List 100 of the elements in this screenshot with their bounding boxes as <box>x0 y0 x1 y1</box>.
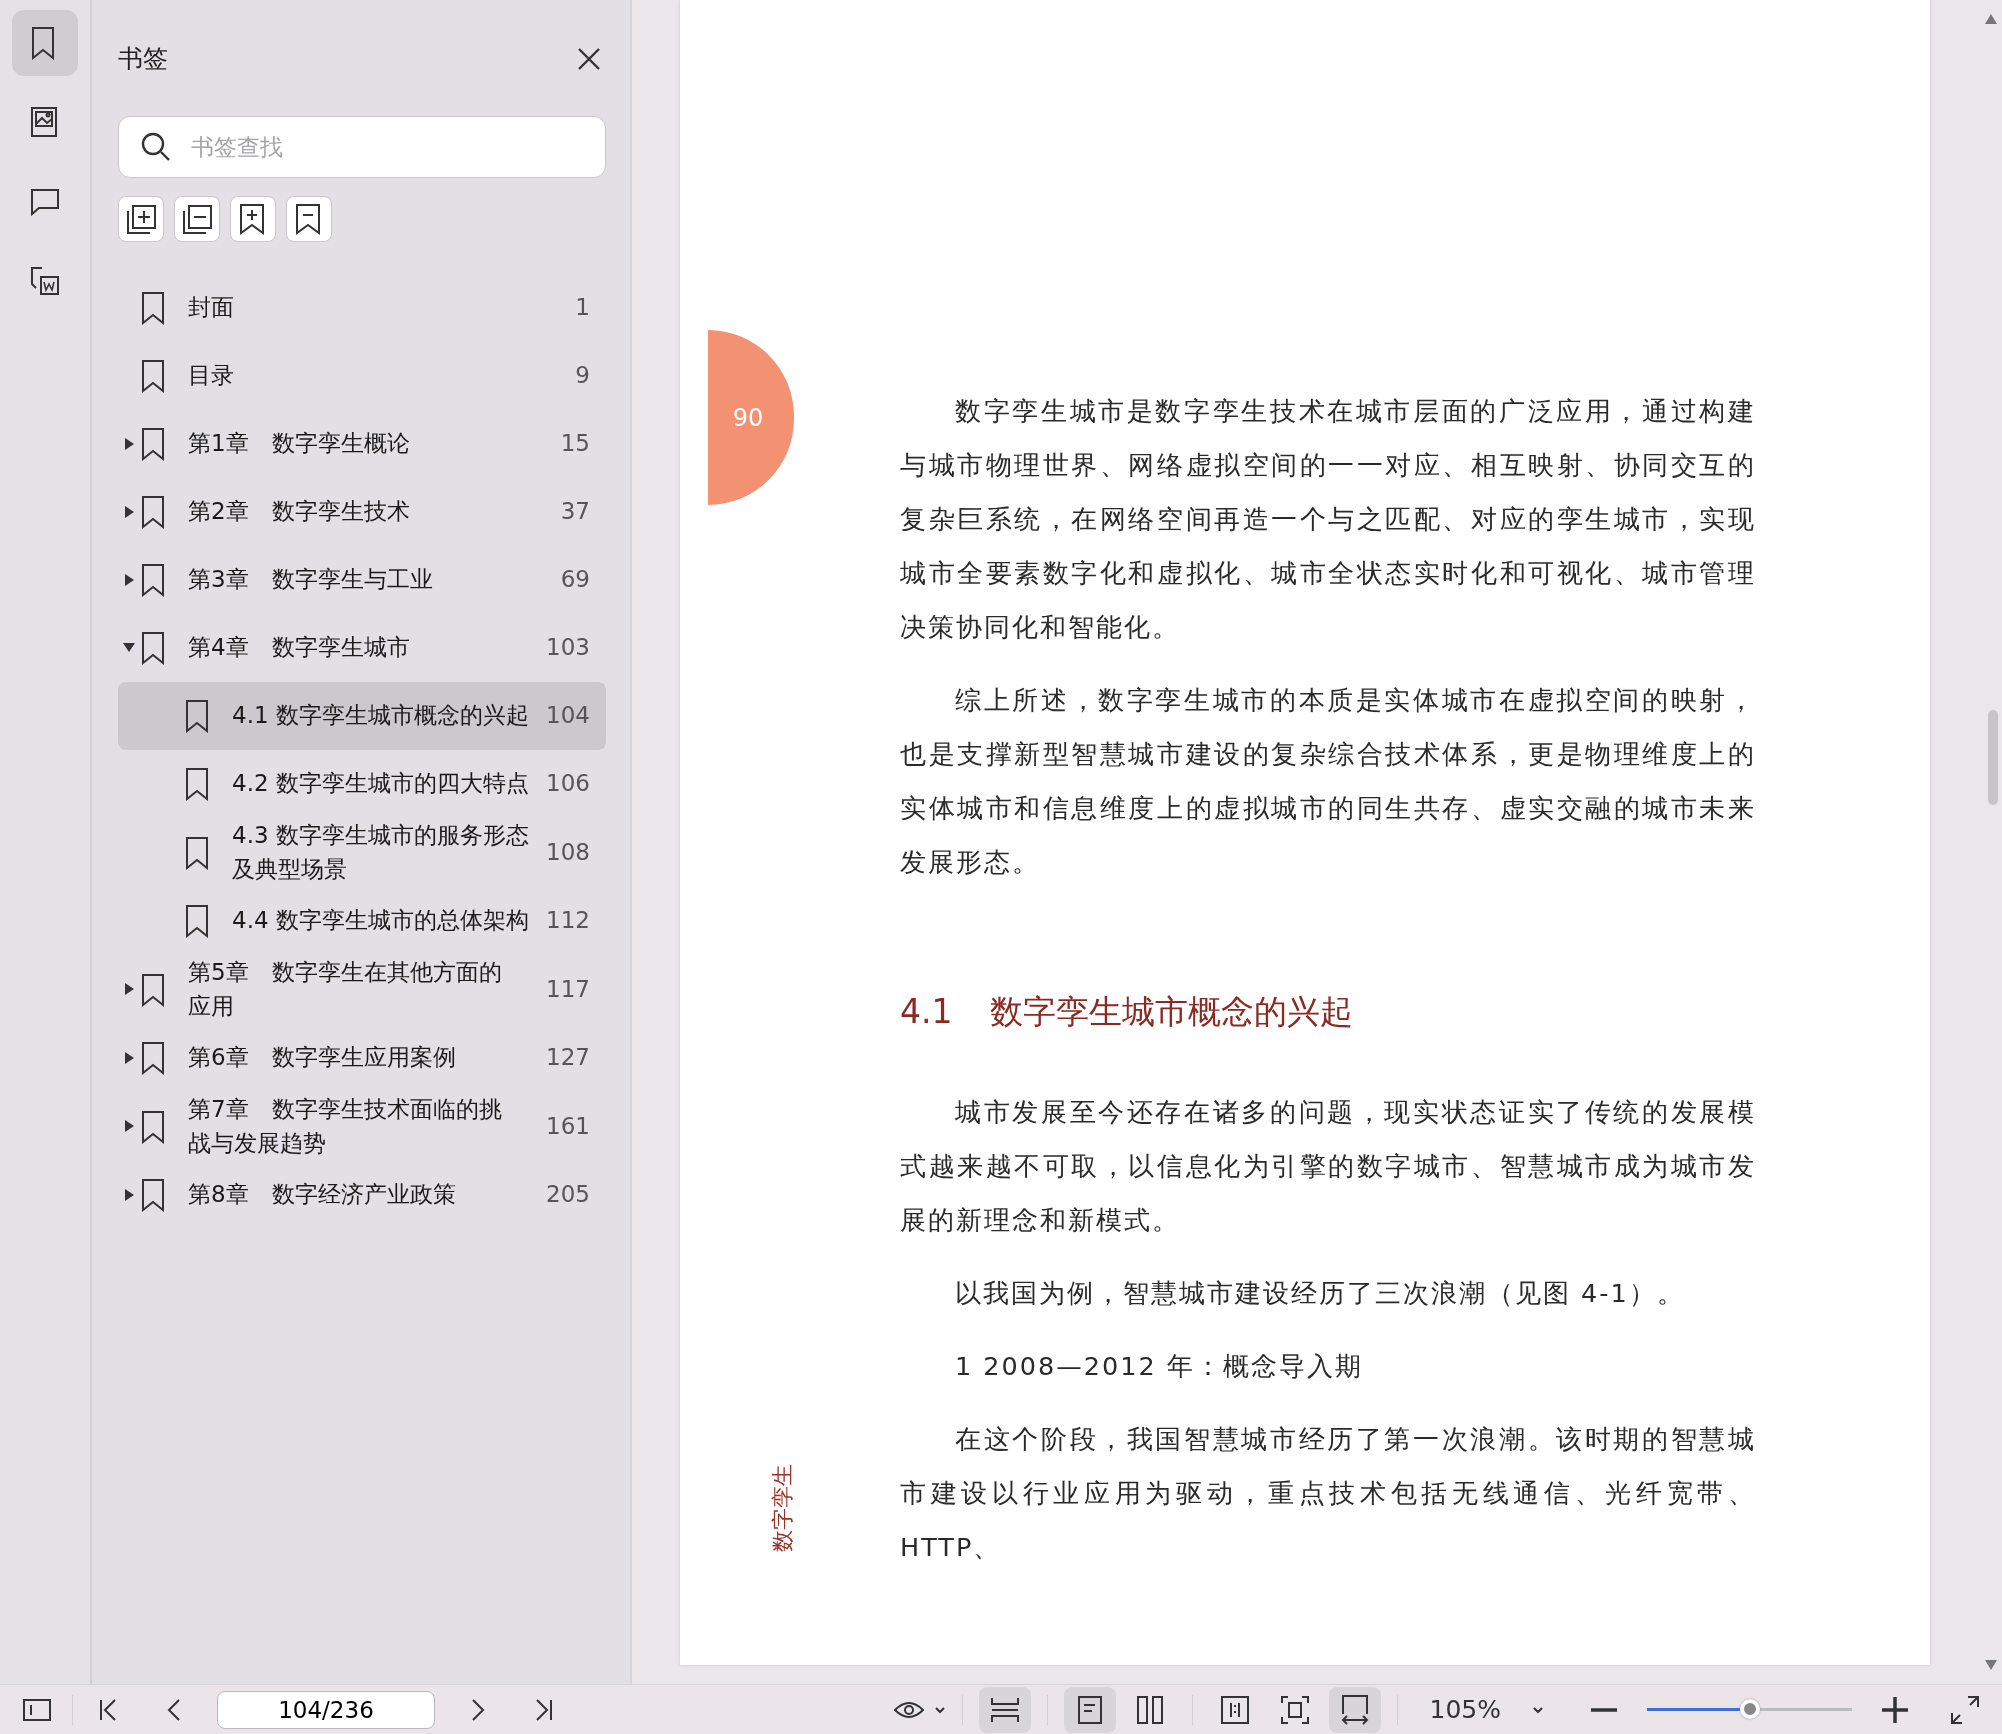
page-number: 112 <box>545 906 590 936</box>
bookmark-label: 第4章 数字孪生城市 <box>187 633 411 663</box>
bookmark-item[interactable]: 目录 9 <box>118 341 606 410</box>
view-mode-button[interactable] <box>1063 1686 1116 1733</box>
caret-right-icon[interactable] <box>124 1051 134 1064</box>
body-paragraph: 数字孪生城市是数字孪生技术在城市层面的广泛应用，通过构建与城市物理世界、网络虚拟空间的一一对应、相互映射、协同交互的复杂巨系统，在网络空间再造一个与之匹配、对应的孪生城市，实现城市全要素数字化和虚拟化、城市全状态实时化和可视化、城市管理决策协同化和智能化。 <box>900 395 1756 644</box>
bookmark-icon <box>140 359 166 394</box>
bookmark-icon <box>140 427 166 462</box>
page-number: 205 <box>545 1180 590 1210</box>
bookmark-label: 第7章 数字孪生技术面临的挑战与发展趋势 <box>187 1094 503 1158</box>
bookmark-icon <box>140 1178 166 1213</box>
chevron-right-icon <box>471 1697 485 1722</box>
bookmark-icon <box>184 699 210 734</box>
two-page-icon <box>1135 1694 1164 1725</box>
side-title: 数字孪生 <box>769 1464 796 1552</box>
bookmark-item[interactable]: 4.4 数字孪生城市的总体架构 112 <box>118 886 606 955</box>
book-view-icon <box>1219 1694 1250 1725</box>
continuous-scroll-icon <box>989 1695 1020 1724</box>
bookmark-item[interactable]: 第1章 数字孪生概论 15 <box>118 409 606 478</box>
bookmark-label: 4.3 数字孪生城市的服务形态及典型场景 <box>231 820 530 884</box>
remove-child-bookmark-icon <box>181 202 213 235</box>
section-heading: 数字孪生城市概念的兴起 <box>990 991 1354 1033</box>
caret-right-icon[interactable] <box>124 1188 134 1201</box>
sidebar-tab[interactable] <box>12 10 78 76</box>
view-mode-button[interactable] <box>1328 1686 1381 1733</box>
bookmark-icon <box>140 1041 166 1076</box>
eye-icon <box>893 1699 924 1720</box>
page-number: 104 <box>545 701 590 731</box>
first-page-icon <box>98 1697 118 1722</box>
toolbar-button[interactable] <box>174 195 220 242</box>
search-icon <box>140 130 172 163</box>
scrollbar-thumb[interactable] <box>1988 710 1998 805</box>
search-field[interactable]: 书签查找 <box>118 115 606 178</box>
bookmark-icon <box>140 1109 166 1144</box>
page-number: 127 <box>545 1043 590 1073</box>
panel-title: 书签 <box>118 43 168 75</box>
bookmark-item[interactable]: 第7章 数字孪生技术面临的挑战与发展趋势 161 <box>118 1091 606 1161</box>
view-mode-button[interactable] <box>978 1686 1031 1733</box>
slider-thumb[interactable] <box>1739 1699 1760 1719</box>
last-page-icon <box>534 1697 554 1722</box>
sidebar-icon <box>23 1696 51 1723</box>
page-number: 108 <box>545 837 590 867</box>
bookmark-label: 第8章 数字经济产业政策 <box>187 1180 457 1210</box>
caret-right-icon[interactable] <box>124 505 134 518</box>
bookmark-icon <box>140 495 166 530</box>
bookmark-item[interactable]: 第3章 数字孪生与工业 69 <box>118 545 606 614</box>
bookmark-icon <box>140 291 166 326</box>
caret-right-icon[interactable] <box>124 1120 134 1132</box>
bookmark-label: 第6章 数字孪生应用案例 <box>187 1043 457 1073</box>
bookmark-label: 第2章 数字孪生技术 <box>187 497 411 527</box>
zoom-level: 105% <box>1429 1693 1501 1726</box>
bookmark-label: 4.1 数字孪生城市概念的兴起 <box>231 701 530 731</box>
bookmark-item[interactable]: 第4章 数字孪生城市 103 <box>118 613 606 682</box>
bookmark-icon <box>140 631 166 666</box>
chevron-down-icon <box>933 1705 946 1714</box>
fit-page-icon <box>1279 1694 1310 1725</box>
fullscreen-icon <box>1950 1694 1980 1725</box>
bookmark-icon <box>140 972 166 1007</box>
bookmark-item[interactable]: 第5章 数字孪生在其他方面的应用 117 <box>118 954 606 1024</box>
page-number: 103 <box>545 633 590 663</box>
page-number: 117 <box>545 974 590 1004</box>
bookmark-item[interactable]: 封面 1 <box>118 273 606 342</box>
scroll-down-arrow-icon[interactable] <box>1985 1660 1997 1670</box>
toolbar-button[interactable] <box>286 195 332 242</box>
bookmark-label: 第1章 数字孪生概论 <box>187 429 411 459</box>
body-paragraph: 在这个阶段，我国智慧城市经历了第一次浪潮。该时期的智慧城市建设以行业应用为驱动，重点技术包括无线通信、光纤宽带、HTTP、 <box>900 1422 1756 1564</box>
fit-width-icon <box>1339 1693 1370 1726</box>
toolbar-button[interactable] <box>118 195 164 242</box>
bookmark-item[interactable]: 第2章 数字孪生技术 37 <box>118 477 606 546</box>
bookmark-item[interactable]: 4.2 数字孪生城市的四大特点 106 <box>118 749 606 818</box>
page-number: 9 <box>574 361 590 391</box>
bookmark-label: 封面 <box>187 293 235 323</box>
body-paragraph: 城市发展至今还存在诸多的问题，现实状态证实了传统的发展模式越来越不可取，以信息化为引擎的数字城市、智慧城市成为城市发展的新理念和新模式。 <box>900 1095 1756 1237</box>
bookmark-icon <box>184 835 210 870</box>
chevron-down-icon <box>1532 1705 1544 1714</box>
scroll-up-arrow-icon[interactable] <box>1985 14 1997 24</box>
body-paragraph: 以我国为例，智慧城市建设经历了三次浪潮（见图 4-1）。 <box>954 1276 1686 1310</box>
page-number: 69 <box>559 565 590 595</box>
bookmark-label: 第5章 数字孪生在其他方面的应用 <box>187 957 503 1021</box>
bookmark-label: 4.4 数字孪生城市的总体架构 <box>231 906 530 936</box>
body-paragraph: 综上所述，数字孪生城市的本质是实体城市在虚拟空间的映射，也是支撑新型智慧城市建设的复杂综合技术体系，更是物理维度上的实体城市和信息维度上的虚拟城市的同生共存、虚实交融的城市未来发展形态。 <box>900 684 1756 879</box>
caret-down-icon[interactable] <box>123 643 135 652</box>
toolbar-button[interactable] <box>230 195 276 242</box>
bookmark-item[interactable]: 4.1 数字孪生城市概念的兴起 104 <box>118 681 606 750</box>
plus-icon <box>1882 1696 1908 1723</box>
add-child-bookmark-icon <box>125 202 157 235</box>
page-number: 15 <box>559 429 590 459</box>
single-page-icon <box>1076 1694 1103 1725</box>
bookmark-item[interactable]: 第6章 数字孪生应用案例 127 <box>118 1023 606 1092</box>
caret-right-icon[interactable] <box>124 983 134 995</box>
bookmark-item[interactable]: 第8章 数字经济产业政策 205 <box>118 1160 606 1229</box>
page-number-field[interactable]: 104/236 <box>217 1690 435 1729</box>
page-number: 161 <box>545 1111 590 1141</box>
caret-right-icon[interactable] <box>124 573 134 586</box>
page-number: 106 <box>545 769 590 799</box>
caret-right-icon[interactable] <box>124 437 134 450</box>
bookmark-label: 第3章 数字孪生与工业 <box>187 565 434 595</box>
page-number: 1 <box>574 293 590 323</box>
body-paragraph: 1 2008—2012 年：概念导入期 <box>954 1349 1364 1383</box>
bookmark-icon <box>184 904 210 939</box>
